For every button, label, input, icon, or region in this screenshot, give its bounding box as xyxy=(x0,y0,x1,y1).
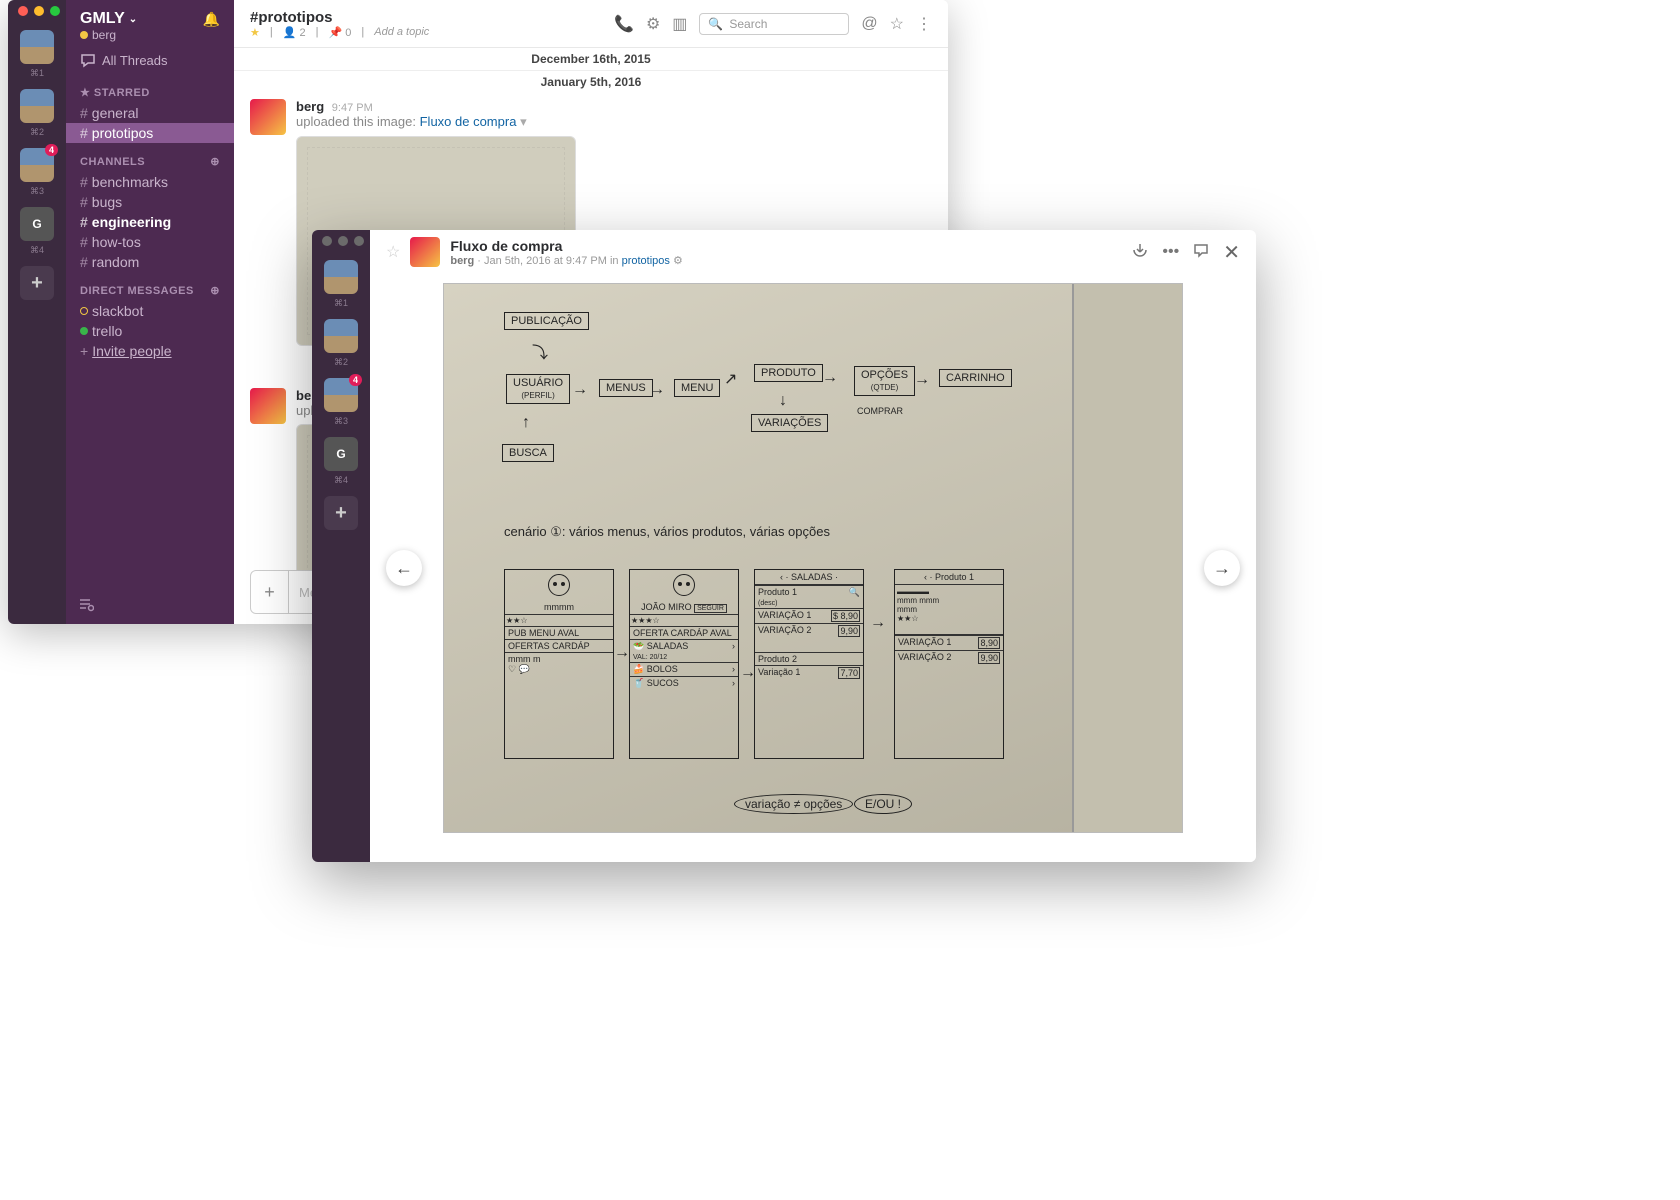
node-busca: BUSCA xyxy=(502,444,554,462)
footnote-2: E/OU ! xyxy=(854,794,912,814)
channels-header: CHANNELS⊕ xyxy=(66,143,234,172)
wireframe-2: JOÃO MIRO SEGUIR ★★★☆ OFERTA CARDÁP AVAL… xyxy=(629,569,739,759)
prev-button[interactable]: ← xyxy=(386,550,422,586)
workspace-switcher: ⌘1 ⌘2 4 ⌘3 G ⌘4 + xyxy=(8,0,66,624)
sidebar: GMLY ⌄ 🔔 berg All Threads ★ STARRED #gen… xyxy=(66,0,234,624)
uploaded-image[interactable]: PUBLICAÇÃO USUÁRIO(PERFIL) MENUS MENU PR… xyxy=(443,283,1183,833)
next-button[interactable]: → xyxy=(1204,550,1240,586)
channel-benchmarks[interactable]: #benchmarks xyxy=(66,172,234,192)
current-user[interactable]: berg xyxy=(80,28,220,42)
star-icon[interactable]: ★ xyxy=(250,26,260,39)
dms-header: DIRECT MESSAGES⊕ xyxy=(66,272,234,301)
workspace-3[interactable]: 4 xyxy=(20,148,54,182)
attach-button[interactable]: + xyxy=(251,571,289,613)
wireframe-3: ‹ · SALADAS · Produto 1🔍 (desc) VARIAÇÃO… xyxy=(754,569,864,759)
wireframe-4: ‹ · Produto 1 ▬▬▬▬mmm mmmmmm★★☆ VARIAÇÃO… xyxy=(894,569,1004,759)
channel-engineering[interactable]: #engineering xyxy=(66,212,234,232)
viewer-titlebar xyxy=(312,230,1256,252)
label-comprar: COMPRAR xyxy=(857,406,903,416)
image-viewer-window: ⌘1 ⌘2 4 ⌘3 G ⌘4 + ☆ Fluxo de compra berg… xyxy=(312,230,1256,862)
add-topic[interactable]: Add a topic xyxy=(374,26,429,38)
node-menu: MENU xyxy=(674,379,720,397)
wireframe-1: mmmm ★★☆ PUB MENU AVAL OFERTAS CARDÁP mm… xyxy=(504,569,614,759)
workspace-1[interactable] xyxy=(324,260,358,294)
date-divider-1: December 16th, 2015 xyxy=(234,48,948,71)
channel-prototipos[interactable]: #prototipos xyxy=(66,123,234,143)
channel-bugs[interactable]: #bugs xyxy=(66,192,234,212)
avatar[interactable] xyxy=(250,388,286,424)
workspace-2-key: ⌘2 xyxy=(30,127,44,138)
avatar[interactable] xyxy=(250,99,286,135)
workspace-3-badge: 4 xyxy=(45,144,58,156)
window-titlebar xyxy=(8,0,948,22)
threads-icon xyxy=(80,52,96,68)
invite-people[interactable]: +Invite people xyxy=(66,341,234,361)
minimize-dot[interactable] xyxy=(338,236,348,246)
close-dot[interactable] xyxy=(18,6,28,16)
footnote-1: variação ≠ opções xyxy=(734,794,853,814)
channel-how-tos[interactable]: #how-tos xyxy=(66,232,234,252)
zoom-dot[interactable] xyxy=(50,6,60,16)
node-opcoes: OPÇÕES(QTDE) xyxy=(854,366,915,396)
scenario-caption: cenário ①: vários menus, vários produtos… xyxy=(504,524,830,540)
workspace-3[interactable]: 4 xyxy=(324,378,358,412)
node-menus: MENUS xyxy=(599,379,653,397)
msg1-file-link[interactable]: Fluxo de compra xyxy=(420,114,517,129)
date-divider-2: January 5th, 2016 xyxy=(234,71,948,93)
add-workspace-button[interactable]: + xyxy=(324,496,358,530)
workspace-2[interactable] xyxy=(324,319,358,353)
image-stage: ← → PUBLICAÇÃO USUÁRIO(PERFIL) MENUS MEN… xyxy=(370,274,1256,862)
workspace-2[interactable] xyxy=(20,89,54,123)
workspace-4-key: ⌘4 xyxy=(30,245,44,256)
add-dm-icon[interactable]: ⊕ xyxy=(210,284,220,297)
dm-slackbot[interactable]: slackbot xyxy=(66,301,234,321)
minimize-dot[interactable] xyxy=(34,6,44,16)
workspace-4[interactable]: G xyxy=(324,437,358,471)
workspace-1-key: ⌘1 xyxy=(30,68,44,79)
msg1-time: 9:47 PM xyxy=(332,102,373,114)
workspace-1[interactable] xyxy=(20,30,54,64)
quick-switcher-icon[interactable] xyxy=(78,597,94,616)
pin-count[interactable]: 📌 0 xyxy=(328,26,351,39)
node-usuario: USUÁRIO(PERFIL) xyxy=(506,374,570,404)
node-produto: PRODUTO xyxy=(754,364,823,382)
workspace-4[interactable]: G xyxy=(20,207,54,241)
msg1-user[interactable]: berg xyxy=(296,99,324,114)
workspace-3-key: ⌘3 xyxy=(30,186,44,197)
channel-random[interactable]: #random xyxy=(66,252,234,272)
dm-trello[interactable]: trello xyxy=(66,321,234,341)
node-variacoes: VARIAÇÕES xyxy=(751,414,828,432)
member-count[interactable]: 👤 2 xyxy=(283,26,306,39)
viewer-workspace-switcher: ⌘1 ⌘2 4 ⌘3 G ⌘4 + xyxy=(312,230,370,862)
file-author[interactable]: berg xyxy=(450,255,474,267)
zoom-dot[interactable] xyxy=(354,236,364,246)
close-dot[interactable] xyxy=(322,236,332,246)
add-workspace-button[interactable]: + xyxy=(20,266,54,300)
file-channel-link[interactable]: prototipos xyxy=(622,255,670,267)
all-threads[interactable]: All Threads xyxy=(66,46,234,74)
node-publicacao: PUBLICAÇÃO xyxy=(504,312,589,330)
starred-header: ★ STARRED xyxy=(66,74,234,103)
channel-general[interactable]: #general xyxy=(66,103,234,123)
node-carrinho: CARRINHO xyxy=(939,369,1012,387)
add-channel-icon[interactable]: ⊕ xyxy=(210,155,220,168)
